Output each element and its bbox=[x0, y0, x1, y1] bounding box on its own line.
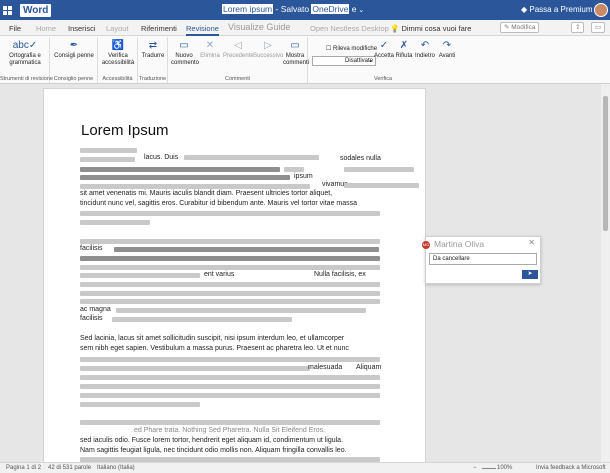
accessibility-button[interactable]: ♿ Verifica accessibilità bbox=[100, 39, 136, 67]
reject-button[interactable]: ✗ Rifiuta bbox=[394, 39, 414, 60]
accessibility-group: ♿ Verifica accessibilità Accessibilità bbox=[98, 37, 138, 83]
tab-references[interactable]: Riferimenti bbox=[141, 24, 177, 33]
delete-icon: ✕ bbox=[205, 40, 215, 51]
show-comments-button[interactable]: ▭ Mostra commenti bbox=[283, 39, 309, 67]
new-comment-button[interactable]: ▭ Nuovo commento bbox=[171, 39, 199, 67]
feedback-link[interactable]: Invia feedback a Microsoft bbox=[536, 465, 606, 471]
previous-comment-button[interactable]: ◁ Precedente bbox=[223, 39, 254, 60]
avatar[interactable] bbox=[594, 3, 608, 17]
reject-icon: ✗ bbox=[399, 40, 409, 51]
status-bar: Pagina 1 di 2 42 di 531 parole Italiano … bbox=[0, 462, 610, 473]
forward-button[interactable]: ↷ Avanti bbox=[436, 39, 458, 60]
ribbon: abc✓ Ortografia e grammatica Strumenti di… bbox=[0, 36, 610, 84]
track-changes-label: ☐ Rileva modifiche bbox=[326, 46, 378, 52]
tab-file[interactable]: File bbox=[9, 24, 21, 33]
page-count: Pagina 1 di 2 bbox=[6, 465, 42, 471]
chevron-down-icon[interactable]: ⌄ bbox=[358, 7, 364, 14]
comment-input[interactable]: Da cancellare bbox=[429, 253, 537, 265]
proofing-group: abc✓ Ortografia e grammatica Strumenti di… bbox=[0, 37, 53, 83]
delete-comment-button[interactable]: ✕ Elimina bbox=[199, 39, 221, 60]
tab-home[interactable]: Home bbox=[36, 24, 56, 33]
tab-open-desktop[interactable]: Open Nestless Desktop bbox=[310, 24, 389, 33]
tell-me-search[interactable]: 💡 Dimmi cosa vuoi fare bbox=[390, 24, 471, 33]
tab-layout[interactable]: Layout bbox=[106, 24, 129, 33]
zoom-out-icon[interactable]: − bbox=[473, 465, 477, 471]
zoom-level[interactable]: 100% bbox=[497, 465, 512, 471]
send-icon[interactable]: ➤ bbox=[522, 270, 538, 279]
tracking-group: ☐ Rileva modifiche Disattivate ⌄ ✓ Accetta… bbox=[308, 37, 458, 83]
translate-icon: ⇄ bbox=[148, 40, 158, 51]
premium-button[interactable]: ◆ Passa a Premium bbox=[521, 5, 593, 14]
suggestions-button[interactable]: ✒ Consigli penne bbox=[53, 39, 95, 60]
comments-toggle[interactable]: ▭ bbox=[591, 22, 606, 33]
page-title: Lorem Ipsum bbox=[81, 122, 169, 139]
back-icon: ↶ bbox=[420, 40, 430, 51]
suggestions-group: ✒ Consigli penne Consiglio penne bbox=[50, 37, 98, 83]
tab-insert[interactable]: Inserisci bbox=[68, 24, 96, 33]
forward-icon: ↷ bbox=[442, 40, 452, 51]
comment-avatar: MO bbox=[422, 241, 430, 249]
chevron-down-icon: ⌄ bbox=[367, 58, 373, 64]
translate-group: ⇄ Tradurre Traduzione bbox=[138, 37, 168, 83]
spellcheck-icon: abc✓ bbox=[12, 40, 38, 51]
document-workspace: Lorem Ipsum lacus. Duis sodales nulla ip… bbox=[0, 84, 610, 462]
comment-card[interactable]: MO Martina Oliva ✕ Da cancellare ➤ bbox=[422, 236, 541, 284]
zoom-slider[interactable] bbox=[482, 468, 496, 469]
share-button[interactable]: ⇪ bbox=[571, 22, 585, 33]
accept-button[interactable]: ✓ Accetta bbox=[374, 39, 394, 60]
accept-icon: ✓ bbox=[379, 40, 389, 51]
next-comment-button[interactable]: ▷ Successivo bbox=[253, 39, 283, 60]
app-name: Word bbox=[20, 3, 52, 17]
lightbulb-icon: 💡 bbox=[390, 24, 400, 33]
app-brand[interactable]: Word bbox=[3, 3, 52, 17]
document-page[interactable]: Lorem Ipsum lacus. Duis sodales nulla ip… bbox=[43, 88, 426, 462]
modify-button[interactable]: ✎ Modifica bbox=[500, 22, 540, 33]
translate-button[interactable]: ⇄ Tradurre bbox=[139, 39, 167, 60]
accessibility-icon: ♿ bbox=[111, 40, 125, 51]
vertical-scrollbar[interactable] bbox=[601, 84, 610, 462]
close-icon[interactable]: ✕ bbox=[528, 238, 535, 247]
comments-group: ▭ Nuovo commento ✕ Elimina ◁ Precedente ▷ Su… bbox=[168, 37, 309, 83]
title-bar: Word Lorem ipsum - Salvato OneDrive e ⌄ ◆… bbox=[0, 0, 610, 20]
previous-icon: ◁ bbox=[234, 40, 242, 51]
word-count: 42 di 531 parole bbox=[48, 465, 92, 471]
next-icon: ▷ bbox=[264, 40, 272, 51]
document-title[interactable]: Lorem ipsum - Salvato OneDrive e ⌄ bbox=[222, 4, 364, 14]
language[interactable]: Italiano (Italia) bbox=[97, 465, 135, 471]
tab-bar: File Home Inserisci Layout Riferimenti R… bbox=[0, 20, 610, 36]
back-button[interactable]: ↶ Indietro bbox=[414, 39, 436, 60]
comments-icon: ▭ bbox=[290, 40, 300, 51]
waffle-icon[interactable] bbox=[3, 5, 12, 15]
track-changes-select[interactable]: Disattivate ⌄ bbox=[312, 56, 376, 66]
spelling-button[interactable]: abc✓ Ortografia e grammatica bbox=[3, 39, 47, 67]
comment-author: Martina Oliva bbox=[434, 239, 485, 249]
tab-view[interactable]: Visualize Guide bbox=[228, 22, 290, 32]
pen-icon: ✒ bbox=[69, 40, 79, 51]
scroll-thumb[interactable] bbox=[603, 96, 608, 231]
comment-icon: ▭ bbox=[179, 40, 189, 51]
tab-review[interactable]: Revisione bbox=[186, 24, 219, 36]
